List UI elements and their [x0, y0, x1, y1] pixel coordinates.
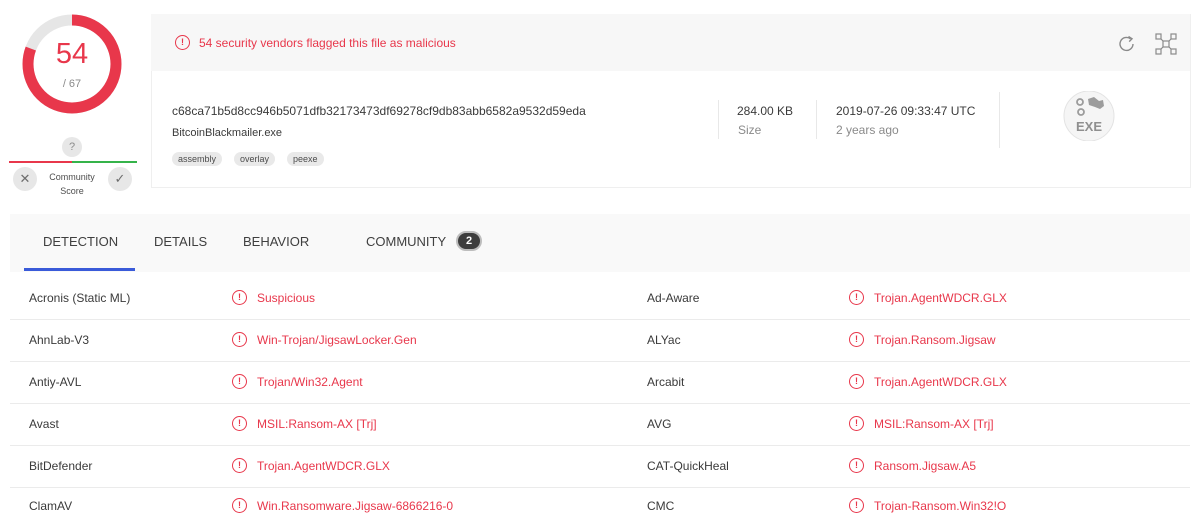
detection-result: Trojan-Ransom.Win32!O: [874, 499, 1007, 513]
analysis-date: 2019-07-26 09:33:47 UTC: [836, 104, 976, 118]
check-icon: ✓: [114, 171, 126, 186]
alert-circle-icon: !: [232, 332, 247, 347]
detection-result: Trojan.AgentWDCR.GLX: [257, 459, 390, 473]
divider: [816, 100, 817, 139]
engine-name: AVG: [647, 417, 672, 431]
close-icon: ✕: [19, 171, 31, 186]
alert-circle-icon: !: [232, 416, 247, 431]
engine-name: BitDefender: [29, 459, 93, 473]
engine-name: CMC: [647, 499, 675, 513]
tab-details[interactable]: DETAILS: [154, 234, 207, 249]
alert-message: 54 security vendors flagged this file as…: [199, 36, 456, 50]
tab-behavior[interactable]: BEHAVIOR: [243, 234, 309, 249]
community-score-label: Community Score: [49, 172, 95, 196]
table-row: Acronis (Static ML) ! Suspicious Ad-Awar…: [10, 277, 1190, 320]
file-tag[interactable]: peexe: [287, 152, 324, 166]
table-row: ClamAV ! Win.Ransomware.Jigsaw-6866216-0…: [10, 487, 1190, 529]
alert-circle-icon: !: [175, 35, 190, 50]
community-count-badge: 2: [456, 231, 482, 251]
file-type-label: EXE: [1075, 119, 1102, 134]
file-size-label: Size: [738, 123, 762, 137]
engine-name: AhnLab-V3: [29, 333, 90, 347]
alert-circle-icon: !: [849, 332, 864, 347]
engine-name: ClamAV: [29, 499, 73, 513]
detection-result: Ransom.Jigsaw.A5: [874, 459, 977, 473]
engine-total: / 67: [62, 78, 82, 90]
community-score-value: ?: [62, 137, 82, 157]
alert-circle-icon: !: [849, 374, 864, 389]
alert-circle-icon: !: [849, 416, 864, 431]
engine-name: Arcabit: [647, 375, 685, 389]
detection-count: 54: [55, 38, 89, 70]
file-size: 284.00 KB: [737, 104, 794, 118]
community-bar-harmless: [72, 161, 137, 163]
active-tab-indicator: [24, 268, 135, 271]
engine-name: Ad-Aware: [647, 291, 700, 305]
alert-circle-icon: !: [232, 458, 247, 473]
engine-name: Acronis (Static ML): [29, 291, 131, 305]
alert-circle-icon: !: [849, 458, 864, 473]
table-row: AhnLab-V3 ! Win-Trojan/JigsawLocker.Gen …: [10, 319, 1190, 362]
detection-result: Trojan/Win32.Agent: [257, 375, 363, 389]
community-bar-malicious: [9, 161, 72, 163]
file-name: BitcoinBlackmailer.exe: [172, 127, 283, 139]
analysis-date-relative: 2 years ago: [836, 123, 899, 137]
similar-icon[interactable]: [1154, 32, 1178, 56]
file-hash[interactable]: c68ca71b5d8cc946b5071dfb32173473df69278c…: [172, 104, 586, 118]
detection-result: Win.Ransomware.Jigsaw-6866216-0: [257, 499, 454, 513]
reanalyze-icon[interactable]: [1116, 33, 1138, 55]
file-tag[interactable]: assembly: [172, 152, 223, 166]
detection-result: Trojan.AgentWDCR.GLX: [874, 291, 1007, 305]
alert-circle-icon: !: [232, 498, 247, 513]
table-row: Avast ! MSIL:Ransom-AX [Trj] AVG ! MSIL:…: [10, 403, 1190, 446]
detection-result: Suspicious: [257, 291, 316, 305]
tab-community[interactable]: COMMUNITY: [366, 234, 446, 249]
detection-result: MSIL:Ransom-AX [Trj]: [257, 417, 377, 431]
engine-name: Antiy-AVL: [29, 375, 82, 389]
detection-result: Trojan.AgentWDCR.GLX: [874, 375, 1007, 389]
table-row: Antiy-AVL ! Trojan/Win32.Agent Arcabit !…: [10, 361, 1190, 404]
divider: [999, 92, 1000, 148]
alert-circle-icon: !: [232, 374, 247, 389]
divider: [718, 100, 719, 139]
engine-name: CAT-QuickHeal: [647, 459, 729, 473]
engine-name: Avast: [29, 417, 59, 431]
detection-result: Trojan.Ransom.Jigsaw: [874, 333, 996, 347]
community-upvote-button[interactable]: ✓: [108, 167, 132, 191]
tab-detection[interactable]: DETECTION: [43, 234, 118, 249]
alert-circle-icon: !: [849, 290, 864, 305]
community-downvote-button[interactable]: ✕: [13, 167, 37, 191]
table-row: BitDefender ! Trojan.AgentWDCR.GLX CAT-Q…: [10, 445, 1190, 488]
alert-circle-icon: !: [849, 498, 864, 513]
detection-result: MSIL:Ransom-AX [Trj]: [874, 417, 994, 431]
file-tag[interactable]: overlay: [234, 152, 276, 166]
detection-result: Win-Trojan/JigsawLocker.Gen: [257, 333, 417, 347]
alert-circle-icon: !: [232, 290, 247, 305]
engine-name: ALYac: [647, 333, 681, 347]
exe-file-icon: EXE: [1061, 91, 1117, 141]
